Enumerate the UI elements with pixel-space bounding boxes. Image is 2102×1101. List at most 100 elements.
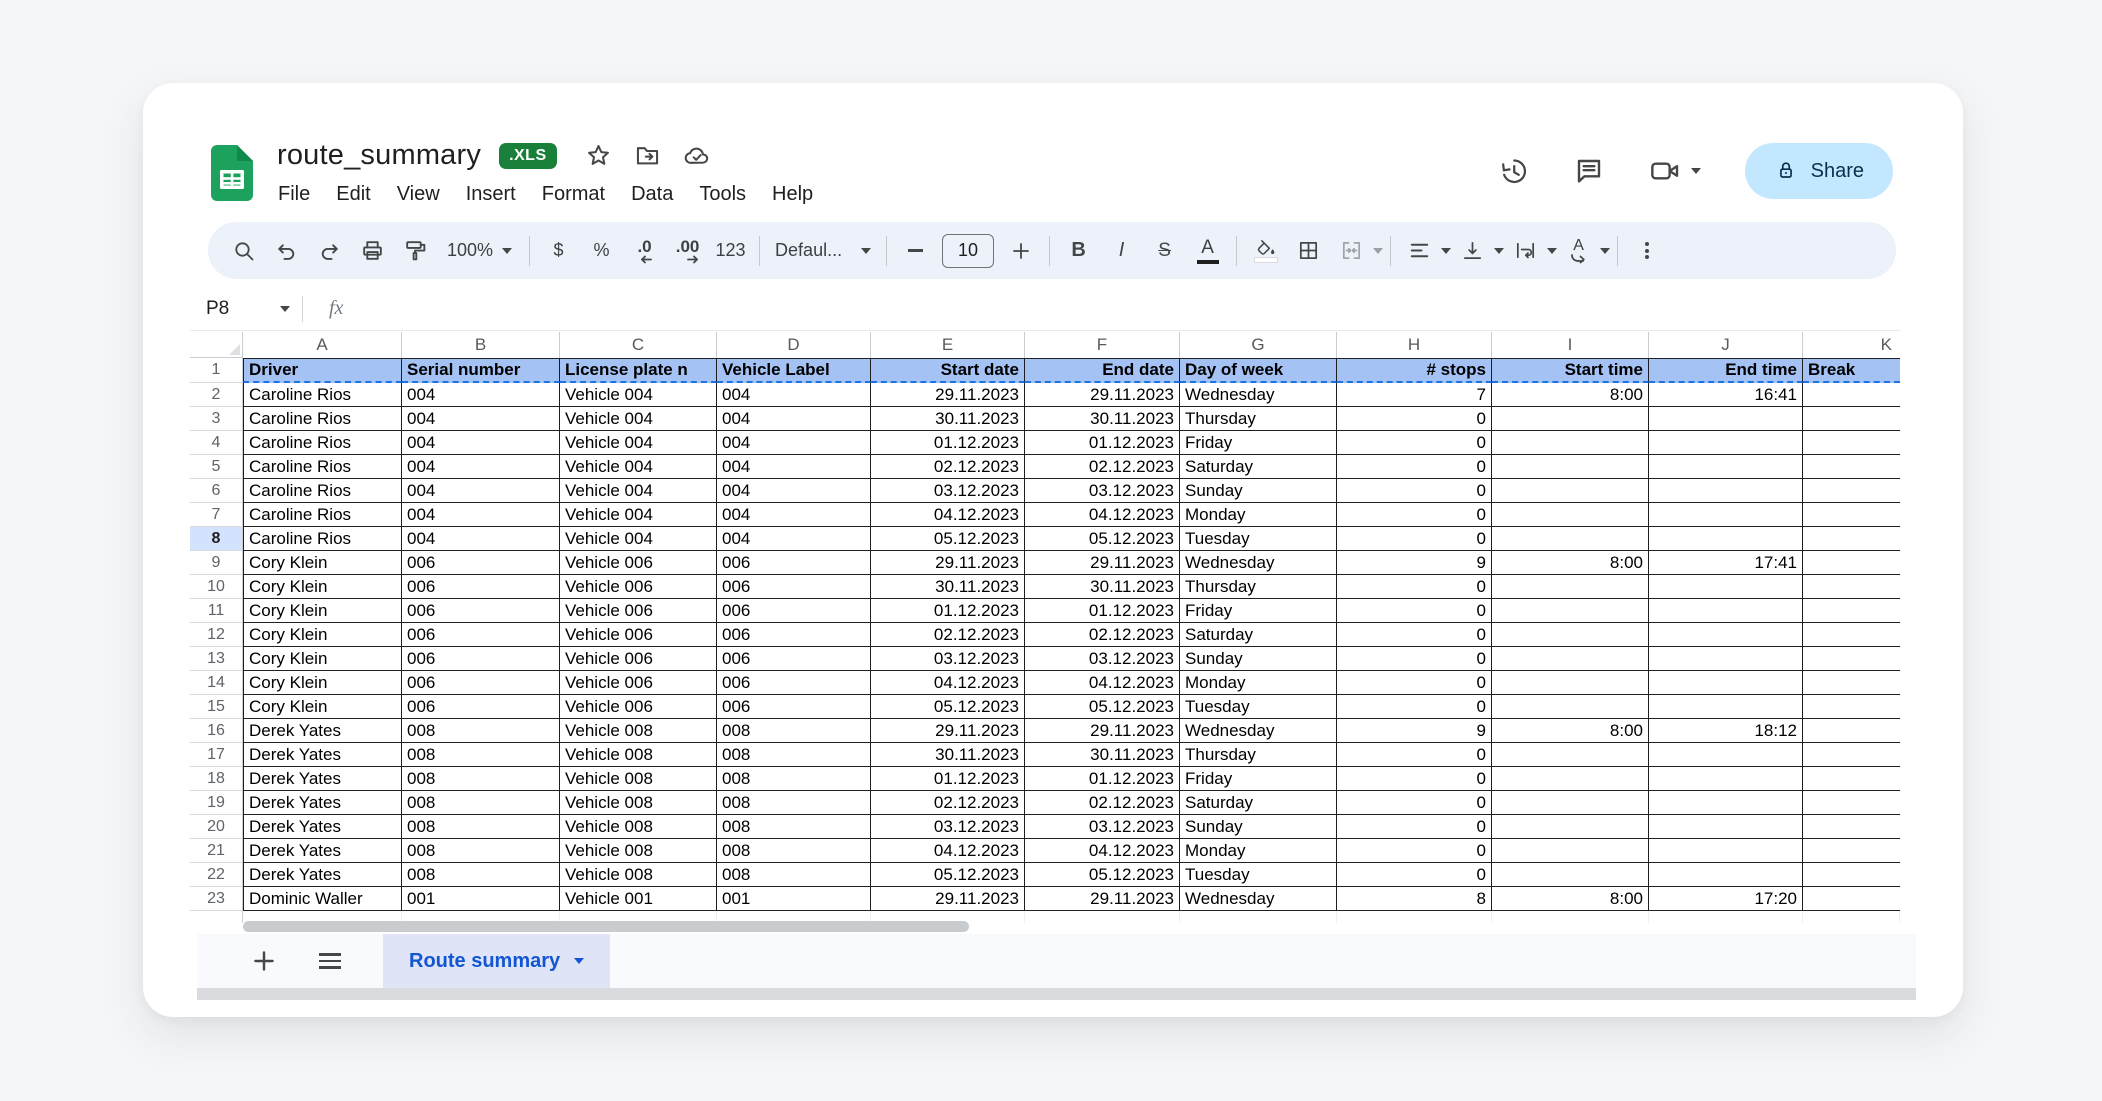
cell-C18[interactable]: Vehicle 008 [560, 767, 717, 791]
cell-F5[interactable]: 02.12.2023 [1025, 455, 1180, 479]
text-wrap-button[interactable] [1504, 231, 1547, 271]
cell-A8[interactable]: Caroline Rios [243, 527, 402, 551]
cell-H9[interactable]: 9 [1337, 551, 1492, 575]
cell-F16[interactable]: 29.11.2023 [1025, 719, 1180, 743]
cell-K13[interactable] [1803, 647, 1900, 671]
cell-D13[interactable]: 006 [717, 647, 871, 671]
cell-B16[interactable]: 008 [402, 719, 560, 743]
cell-I13[interactable] [1492, 647, 1649, 671]
cell-B9[interactable]: 006 [402, 551, 560, 575]
cell-D4[interactable]: 004 [717, 431, 871, 455]
cell-G20[interactable]: Sunday [1180, 815, 1337, 839]
cell-F17[interactable]: 30.11.2023 [1025, 743, 1180, 767]
column-header-G[interactable]: G [1180, 332, 1337, 358]
cell-C8[interactable]: Vehicle 004 [560, 527, 717, 551]
sheet-tab-caret-icon[interactable] [574, 958, 584, 964]
cell-A5[interactable]: Caroline Rios [243, 455, 402, 479]
menu-file[interactable]: File [265, 181, 323, 208]
cell-B14[interactable]: 006 [402, 671, 560, 695]
cell-H20[interactable]: 0 [1337, 815, 1492, 839]
increase-decimal-button[interactable]: .00 [666, 231, 709, 271]
cell-K16[interactable] [1803, 719, 1900, 743]
cell-D16[interactable]: 008 [717, 719, 871, 743]
cell-G11[interactable]: Friday [1180, 599, 1337, 623]
cell-A13[interactable]: Cory Klein [243, 647, 402, 671]
menu-edit[interactable]: Edit [323, 181, 383, 208]
cell-J21[interactable] [1649, 839, 1803, 863]
cell-A17[interactable]: Derek Yates [243, 743, 402, 767]
row-header-6[interactable]: 6 [190, 479, 243, 503]
horizontal-scrollbar[interactable] [243, 921, 969, 932]
increase-font-size-button[interactable] [999, 231, 1042, 271]
more-toolbar-icon[interactable] [1625, 231, 1668, 271]
cell-K17[interactable] [1803, 743, 1900, 767]
cell-H11[interactable]: 0 [1337, 599, 1492, 623]
cell-K21[interactable] [1803, 839, 1900, 863]
cell-D5[interactable]: 004 [717, 455, 871, 479]
cell-B8[interactable]: 004 [402, 527, 560, 551]
cell-C16[interactable]: Vehicle 008 [560, 719, 717, 743]
cell-J11[interactable] [1649, 599, 1803, 623]
version-history-icon[interactable] [1497, 155, 1529, 187]
select-all-corner[interactable] [190, 332, 243, 358]
cell-A16[interactable]: Derek Yates [243, 719, 402, 743]
cell-E11[interactable]: 01.12.2023 [871, 599, 1025, 623]
cell-F3[interactable]: 30.11.2023 [1025, 407, 1180, 431]
cell-I14[interactable] [1492, 671, 1649, 695]
cell-C12[interactable]: Vehicle 006 [560, 623, 717, 647]
cell-J19[interactable] [1649, 791, 1803, 815]
cell-A20[interactable]: Derek Yates [243, 815, 402, 839]
cell-D19[interactable]: 008 [717, 791, 871, 815]
more-formats-button[interactable]: 123 [709, 231, 752, 271]
cell-A19[interactable]: Derek Yates [243, 791, 402, 815]
cell-G3[interactable]: Thursday [1180, 407, 1337, 431]
cell-B23[interactable]: 001 [402, 887, 560, 911]
cell-H17[interactable]: 0 [1337, 743, 1492, 767]
cell-A18[interactable]: Derek Yates [243, 767, 402, 791]
cell-H2[interactable]: 7 [1337, 383, 1492, 407]
cell-J17[interactable] [1649, 743, 1803, 767]
cell-J7[interactable] [1649, 503, 1803, 527]
row-header-22[interactable]: 22 [190, 863, 243, 887]
cell-D18[interactable]: 008 [717, 767, 871, 791]
comments-icon[interactable] [1573, 155, 1605, 187]
cell-B19[interactable]: 008 [402, 791, 560, 815]
cell-I17[interactable] [1492, 743, 1649, 767]
cell-B10[interactable]: 006 [402, 575, 560, 599]
cell-G19[interactable]: Saturday [1180, 791, 1337, 815]
cell-D15[interactable]: 006 [717, 695, 871, 719]
cell-I-partial[interactable] [1492, 911, 1649, 923]
cell-C22[interactable]: Vehicle 008 [560, 863, 717, 887]
cell-C3[interactable]: Vehicle 004 [560, 407, 717, 431]
cell-I23[interactable]: 8:00 [1492, 887, 1649, 911]
document-title[interactable]: route_summary [277, 139, 481, 172]
cell-E9[interactable]: 29.11.2023 [871, 551, 1025, 575]
cell-K20[interactable] [1803, 815, 1900, 839]
cell-H4[interactable]: 0 [1337, 431, 1492, 455]
row-header-19[interactable]: 19 [190, 791, 243, 815]
text-rotation-caret-icon[interactable] [1600, 248, 1610, 254]
row-header-16[interactable]: 16 [190, 719, 243, 743]
cell-H13[interactable]: 0 [1337, 647, 1492, 671]
cell-F-partial[interactable] [1025, 911, 1180, 923]
cell-D12[interactable]: 006 [717, 623, 871, 647]
cell-C15[interactable]: Vehicle 006 [560, 695, 717, 719]
font-family-select[interactable]: Defaul... [767, 240, 879, 261]
cell-B21[interactable]: 008 [402, 839, 560, 863]
cell-F10[interactable]: 30.11.2023 [1025, 575, 1180, 599]
column-header-H[interactable]: H [1337, 332, 1492, 358]
cell-G21[interactable]: Monday [1180, 839, 1337, 863]
cell-C21[interactable]: Vehicle 008 [560, 839, 717, 863]
cell-H12[interactable]: 0 [1337, 623, 1492, 647]
cell-G18[interactable]: Friday [1180, 767, 1337, 791]
cell-E13[interactable]: 03.12.2023 [871, 647, 1025, 671]
cloud-status-icon[interactable] [683, 142, 710, 169]
column-header-K[interactable]: K [1803, 332, 1900, 358]
cell-F9[interactable]: 29.11.2023 [1025, 551, 1180, 575]
cell-I16[interactable]: 8:00 [1492, 719, 1649, 743]
fill-color-button[interactable] [1244, 231, 1287, 271]
cell-D8[interactable]: 004 [717, 527, 871, 551]
cell-F21[interactable]: 04.12.2023 [1025, 839, 1180, 863]
menu-tools[interactable]: Tools [686, 181, 759, 208]
share-button[interactable]: Share [1745, 143, 1893, 199]
